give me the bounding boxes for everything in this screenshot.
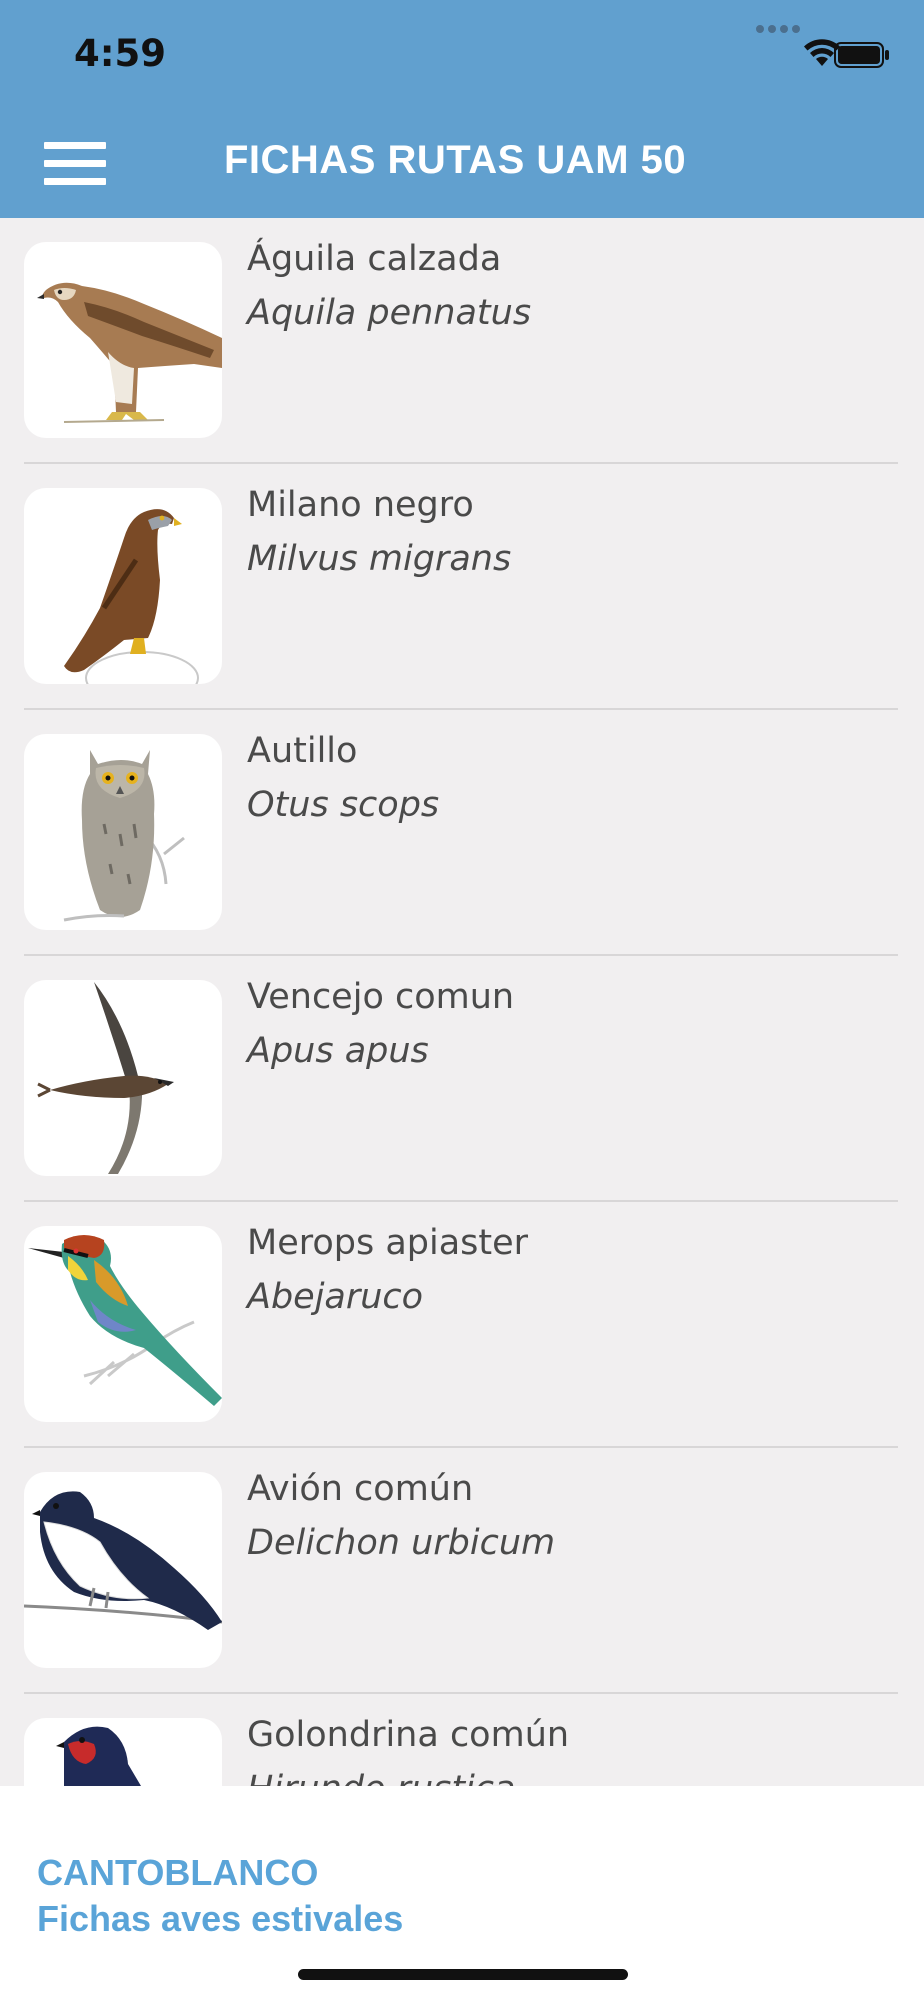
bird-common-name: Avión común xyxy=(247,1469,474,1509)
nav-bar: FICHAS RUTAS UAM 50 xyxy=(0,110,924,218)
list-item[interactable]: Autillo Otus scops xyxy=(0,710,924,956)
bird-scientific-name: Delichon urbicum xyxy=(247,1523,556,1563)
barn-swallow-image xyxy=(24,1718,222,1786)
signal-icon xyxy=(756,25,802,33)
house-martin-image xyxy=(24,1472,222,1668)
page-title: FICHAS RUTAS UAM 50 xyxy=(224,138,687,182)
list-item[interactable]: Merops apiaster Abejaruco xyxy=(0,1202,924,1448)
bird-common-name: Águila calzada xyxy=(247,239,502,279)
footer: CANTOBLANCO Fichas aves estivales xyxy=(0,1786,924,2000)
list-item[interactable]: Águila calzada Aquila pennatus xyxy=(0,218,924,464)
bird-common-name: Vencejo comun xyxy=(247,977,515,1017)
black-kite-image xyxy=(24,488,222,684)
bird-common-name: Milano negro xyxy=(247,485,474,525)
bird-scientific-name: Aquila pennatus xyxy=(247,293,532,333)
status-bar: 4:59 xyxy=(0,0,924,110)
list-item[interactable]: Avión común Delichon urbicum xyxy=(0,1448,924,1694)
home-indicator[interactable] xyxy=(298,1969,628,1980)
footer-subtitle[interactable]: Fichas aves estivales xyxy=(37,1898,403,1940)
bird-common-name: Autillo xyxy=(247,731,358,771)
bird-scientific-name: Otus scops xyxy=(247,785,440,825)
bird-scientific-name: Hirundo rustica xyxy=(247,1769,516,1786)
booted-eagle-image xyxy=(24,242,222,438)
bee-eater-image xyxy=(24,1226,222,1422)
list-item[interactable]: Vencejo comun Apus apus xyxy=(0,956,924,1202)
bird-scientific-name: Milvus migrans xyxy=(247,539,512,579)
bird-scientific-name: Abejaruco xyxy=(247,1277,424,1317)
scops-owl-image xyxy=(24,734,222,930)
bird-scientific-name: Apus apus xyxy=(247,1031,429,1071)
battery-icon xyxy=(834,42,889,68)
bird-common-name: Merops apiaster xyxy=(247,1223,529,1263)
bird-list[interactable]: Águila calzada Aquila pennatus Milano ne… xyxy=(0,218,924,1786)
status-time: 4:59 xyxy=(74,32,167,75)
footer-title[interactable]: CANTOBLANCO xyxy=(37,1852,318,1894)
common-swift-image xyxy=(24,980,222,1176)
list-item[interactable]: Golondrina común Hirundo rustica xyxy=(0,1694,924,1786)
hamburger-menu-icon[interactable] xyxy=(44,142,106,186)
bird-common-name: Golondrina común xyxy=(247,1715,570,1755)
list-item[interactable]: Milano negro Milvus migrans xyxy=(0,464,924,710)
